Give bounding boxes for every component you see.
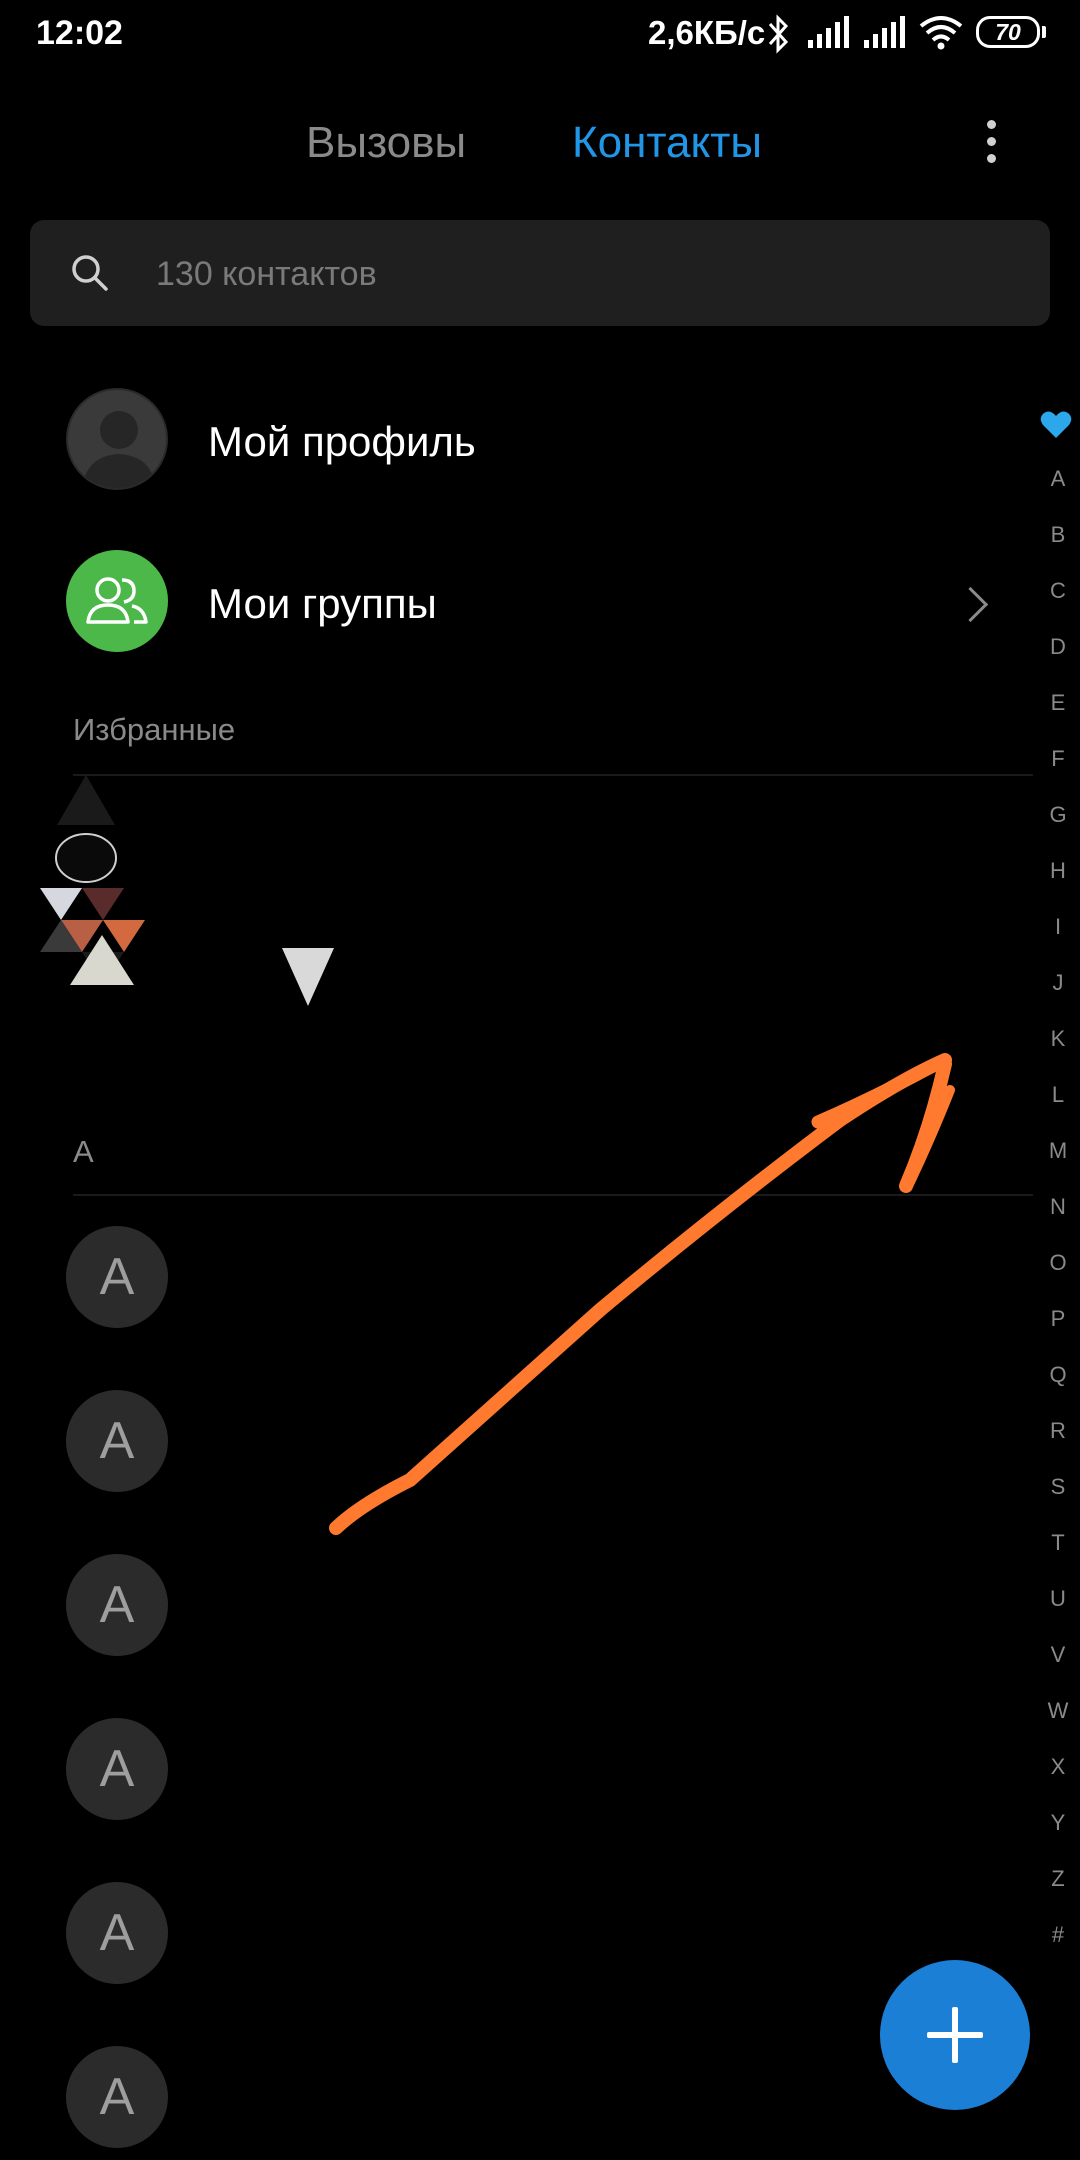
alphabet-index-letter[interactable]: P bbox=[1040, 1306, 1076, 1332]
contact-row[interactable]: A bbox=[0, 1372, 1020, 1512]
my-profile-row[interactable]: Мой профиль bbox=[0, 370, 1020, 510]
divider bbox=[73, 1194, 1033, 1196]
groups-avatar bbox=[66, 550, 168, 652]
add-contact-button[interactable] bbox=[880, 1960, 1030, 2110]
battery-level: 70 bbox=[995, 19, 1021, 45]
battery-icon: 70 bbox=[976, 16, 1040, 48]
search-input[interactable] bbox=[154, 220, 1018, 328]
alphabet-index-letter[interactable]: V bbox=[1040, 1642, 1076, 1668]
contact-avatar: A bbox=[66, 2046, 168, 2148]
tab-contacts[interactable]: Контакты bbox=[572, 118, 762, 168]
favorites-header: Избранные bbox=[73, 712, 236, 747]
alphabet-index-letter[interactable]: L bbox=[1040, 1082, 1076, 1108]
group-icon bbox=[86, 577, 148, 624]
alphabet-index-letter[interactable]: A bbox=[1040, 466, 1076, 492]
search-bar[interactable] bbox=[30, 220, 1050, 328]
contact-row[interactable]: A bbox=[0, 1208, 1020, 1348]
contact-avatar: A bbox=[66, 1390, 168, 1492]
alphabet-index-letter[interactable]: M bbox=[1040, 1138, 1076, 1164]
alphabet-index-letter[interactable]: I bbox=[1040, 914, 1076, 940]
alphabet-index-letter[interactable]: R bbox=[1040, 1418, 1076, 1444]
my-groups-row[interactable]: Мои группы bbox=[0, 532, 1020, 672]
battery-tip bbox=[1042, 26, 1046, 38]
alphabet-index-letter[interactable]: G bbox=[1040, 802, 1076, 828]
tab-calls[interactable]: Вызовы bbox=[306, 118, 466, 168]
signal-icon bbox=[808, 16, 849, 48]
alphabet-index-letter[interactable]: H bbox=[1040, 858, 1076, 884]
status-bar: 12:02 2,6КБ/с 70 bbox=[0, 0, 1080, 70]
alphabet-index-letter[interactable]: B bbox=[1040, 522, 1076, 548]
contact-row[interactable]: A bbox=[0, 1864, 1020, 2004]
alphabet-index-letter[interactable]: S bbox=[1040, 1474, 1076, 1500]
signal-icon bbox=[864, 16, 905, 48]
favorites-heart-icon[interactable] bbox=[1040, 410, 1072, 440]
contact-avatar: A bbox=[66, 1882, 168, 1984]
network-speed: 2,6КБ/с bbox=[648, 14, 766, 51]
alphabet-index-letter[interactable]: # bbox=[1040, 1922, 1076, 1948]
contact-avatar: A bbox=[66, 1718, 168, 1820]
alphabet-index-letter[interactable]: C bbox=[1040, 578, 1076, 604]
profile-avatar bbox=[66, 388, 168, 490]
plus-icon bbox=[952, 2007, 958, 2063]
search-icon bbox=[72, 255, 108, 291]
more-options-icon[interactable] bbox=[976, 120, 1006, 168]
my-groups-label: Мои группы bbox=[208, 580, 437, 627]
alphabet-index-letter[interactable]: T bbox=[1040, 1530, 1076, 1556]
alphabet-index-letter[interactable]: K bbox=[1040, 1026, 1076, 1052]
alphabet-index-letter[interactable]: J bbox=[1040, 970, 1076, 996]
my-profile-label: Мой профиль bbox=[208, 418, 476, 465]
contacts-screen: 12:02 2,6КБ/с 70 Вызовы Контакты 130 кон… bbox=[0, 0, 1080, 2160]
contact-avatar: A bbox=[66, 1226, 168, 1328]
alphabet-index-letter[interactable]: Q bbox=[1040, 1362, 1076, 1388]
favorite-contacts-obscured[interactable] bbox=[40, 770, 350, 1070]
alphabet-index-letter[interactable]: Y bbox=[1040, 1810, 1076, 1836]
alphabet-index-letter[interactable]: O bbox=[1040, 1250, 1076, 1276]
person-silhouette-icon bbox=[82, 411, 156, 488]
bluetooth-icon bbox=[768, 14, 789, 54]
alphabet-index-letter[interactable]: X bbox=[1040, 1754, 1076, 1780]
alphabet-index-letter[interactable]: U bbox=[1040, 1586, 1076, 1612]
contact-row[interactable]: A bbox=[0, 1700, 1020, 1840]
chevron-right-icon bbox=[952, 586, 989, 623]
section-header-a: A bbox=[73, 1134, 94, 1169]
alphabet-index-letter[interactable]: F bbox=[1040, 746, 1076, 772]
alphabet-index-letter[interactable]: W bbox=[1040, 1698, 1076, 1724]
alphabet-index-letter[interactable]: N bbox=[1040, 1194, 1076, 1220]
contact-avatar: A bbox=[66, 1554, 168, 1656]
alphabet-index-letter[interactable]: D bbox=[1040, 634, 1076, 660]
contact-row[interactable]: A bbox=[0, 1536, 1020, 1676]
status-time: 12:02 bbox=[36, 14, 123, 52]
wifi-icon bbox=[919, 16, 963, 50]
contact-row[interactable]: A bbox=[0, 2028, 1020, 2160]
alphabet-index-letter[interactable]: E bbox=[1040, 690, 1076, 716]
alphabet-index-letter[interactable]: Z bbox=[1040, 1866, 1076, 1892]
